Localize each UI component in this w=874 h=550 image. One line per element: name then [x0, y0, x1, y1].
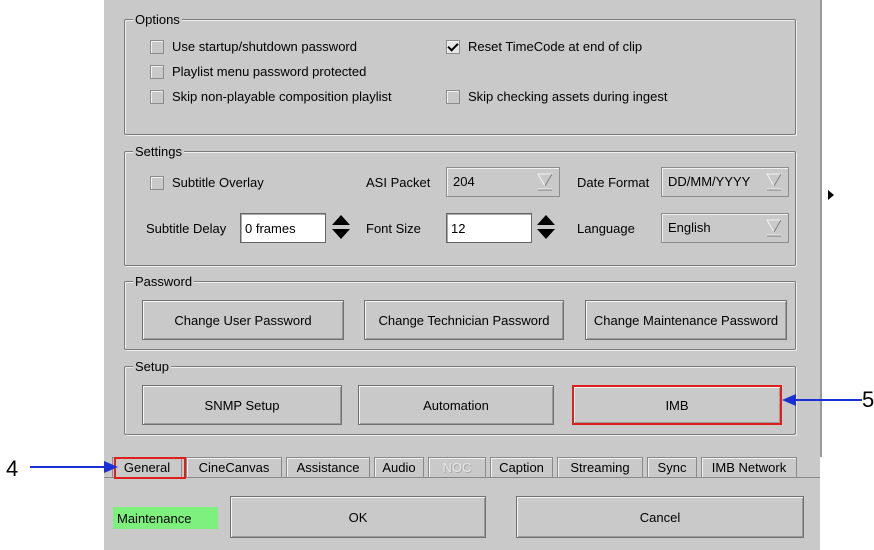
dialog-edge [820, 0, 822, 457]
checkbox[interactable] [150, 64, 164, 79]
tab-cinecanvas[interactable]: CineCanvas [186, 457, 282, 477]
checkbox[interactable] [446, 89, 460, 104]
subtitle-delay-spinner-icon[interactable] [330, 213, 352, 241]
options-title: Options [133, 12, 182, 27]
option-label: Reset TimeCode at end of clip [468, 39, 643, 54]
status-badge: Maintenance [113, 507, 218, 529]
tab-general-highlight [114, 457, 186, 479]
tab-audio[interactable]: Audio [374, 457, 424, 477]
change-technician-password-button[interactable]: Change Technician Password [364, 300, 564, 340]
option-startup-password[interactable]: Use startup/shutdown password [150, 39, 357, 54]
language-select[interactable]: English [661, 213, 789, 243]
subtitle-overlay-option[interactable]: Subtitle Overlay [150, 175, 264, 190]
option-reset-timecode[interactable]: Reset TimeCode at end of clip [446, 39, 642, 54]
automation-button[interactable]: Automation [358, 385, 554, 425]
snmp-setup-button[interactable]: SNMP Setup [142, 385, 342, 425]
cursor-icon [828, 190, 834, 200]
date-format-select[interactable]: DD/MM/YYYY [661, 167, 789, 197]
dropdown-arrow-icon [766, 173, 782, 191]
option-skip-assets[interactable]: Skip checking assets during ingest [446, 89, 667, 104]
password-title: Password [133, 274, 195, 289]
imb-button[interactable]: IMB [572, 385, 782, 425]
font-size-label: Font Size [366, 221, 421, 236]
checkbox[interactable] [150, 89, 164, 104]
change-user-password-button[interactable]: Change User Password [142, 300, 344, 340]
checkbox[interactable] [150, 39, 164, 54]
tab-sync[interactable]: Sync [647, 457, 697, 477]
subtitle-overlay-label: Subtitle Overlay [172, 175, 264, 190]
dropdown-arrow-icon [766, 219, 782, 237]
tab-caption[interactable]: Caption [490, 457, 553, 477]
tab-streaming[interactable]: Streaming [557, 457, 643, 477]
subtitle-delay-value: 0 frames [245, 221, 296, 236]
asi-packet-select[interactable]: 204 [446, 167, 560, 197]
subtitle-delay-label: Subtitle Delay [146, 221, 227, 236]
date-format-value: DD/MM/YYYY [668, 174, 751, 189]
callout-arrow-icon [782, 394, 862, 406]
tab-bar: General CineCanvas Assistance Audio NOC … [112, 457, 801, 477]
font-size-spinner-icon[interactable] [535, 213, 557, 241]
tab-assistance[interactable]: Assistance [286, 457, 370, 477]
language-value: English [668, 220, 711, 235]
asi-packet-value: 204 [453, 174, 475, 189]
dropdown-arrow-icon [537, 173, 553, 191]
callout-number-5: 5 [862, 387, 874, 412]
font-size-value: 12 [451, 221, 466, 236]
option-label: Playlist menu password protected [172, 64, 367, 79]
asi-packet-label: ASI Packet [366, 175, 431, 190]
setup-title: Setup [133, 359, 171, 374]
ok-button[interactable]: OK [230, 496, 486, 538]
checkbox-checked[interactable] [446, 39, 460, 54]
callout-number-4: 4 [6, 456, 19, 481]
font-size-input[interactable]: 12 [446, 213, 532, 243]
subtitle-delay-input[interactable]: 0 frames [240, 213, 326, 243]
option-skip-nonplayable[interactable]: Skip non-playable composition playlist [150, 89, 392, 104]
option-playlist-password[interactable]: Playlist menu password protected [150, 64, 366, 79]
tab-noc: NOC [428, 457, 486, 477]
change-maintenance-password-button[interactable]: Change Maintenance Password [585, 300, 787, 340]
checkbox[interactable] [150, 175, 164, 190]
tab-imb-network[interactable]: IMB Network [701, 457, 797, 477]
callout-arrow-icon [30, 461, 118, 473]
option-label: Skip non-playable composition playlist [172, 89, 392, 104]
date-format-label: Date Format [577, 175, 650, 190]
language-label: Language [577, 221, 635, 236]
settings-title: Settings [133, 144, 184, 159]
cancel-button[interactable]: Cancel [516, 496, 804, 538]
option-label: Use startup/shutdown password [172, 39, 357, 54]
option-label: Skip checking assets during ingest [468, 89, 668, 104]
tab-baseline [104, 477, 820, 478]
